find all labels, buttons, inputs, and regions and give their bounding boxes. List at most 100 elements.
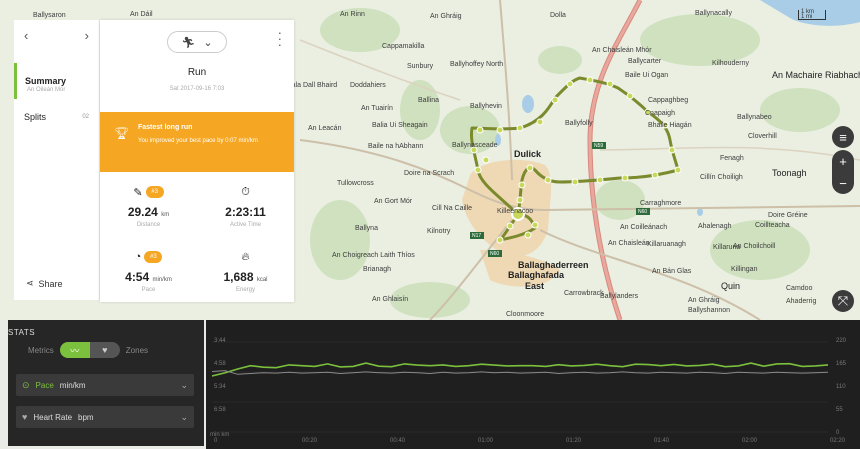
stat-unit: min/km <box>152 277 172 283</box>
map-layers-button[interactable]: ≡ <box>832 126 854 148</box>
activity-type-select[interactable]: 🏃︎ ⌄ <box>167 31 227 53</box>
y-left-tick-label: 3:44 <box>214 338 226 344</box>
place-label: Cappaghbeg <box>648 97 689 104</box>
metrics-chart[interactable]: 3:44 4:58 5:34 6:58 220 165 110 55 0 0 00:20 00:40 0… <box>206 320 860 449</box>
stat-label: Distance <box>136 222 161 228</box>
stat-value: 2:23:11 <box>225 205 266 219</box>
stopwatch-icon: ⏱︎ <box>241 185 250 198</box>
place-label: Baile na hAbhann <box>368 143 424 150</box>
y-left-tick-label: 4:58 <box>214 361 226 367</box>
road-number-label: N60 <box>490 251 499 257</box>
nav-item-count: 02 <box>82 114 89 120</box>
place-label: Ballynacally <box>695 10 732 17</box>
place-label: An Machaire Riabhach <box>772 70 860 80</box>
place-label: Kilnotry <box>427 228 451 235</box>
x-tick-label: 01:40 <box>654 438 670 444</box>
place-label: Doddahiers <box>350 82 386 89</box>
place-label: Killaruanagh <box>647 241 686 248</box>
place-label: Cloonmoore <box>506 311 545 318</box>
stat-label: Energy <box>235 287 255 293</box>
nav-item-sublabel: An Oileán Mór <box>27 87 66 93</box>
chevron-left-icon[interactable]: ‹ <box>24 28 28 43</box>
place-label: Ballaghaderreen <box>518 260 589 270</box>
nav-arrows: ‹ › <box>14 20 99 51</box>
place-label: Ballylanders <box>600 293 639 300</box>
stat-label: Pace <box>141 287 156 293</box>
place-label: Cillín Choiligh <box>700 174 743 181</box>
y-right-tick-label: 0 <box>836 430 840 436</box>
y-right-tick-label: 55 <box>836 407 843 413</box>
share-label: Share <box>38 278 63 289</box>
metric-name: Pace <box>35 380 54 390</box>
rank-badge: #3 <box>144 251 163 263</box>
place-label: An Rinn <box>340 11 365 18</box>
place-label: Ballyhoffey North <box>450 61 504 68</box>
place-label: Sunbury <box>407 63 434 70</box>
place-label: An Bán Glas <box>652 268 692 275</box>
nav-item-summary[interactable]: Summary An Oileán Mór <box>14 63 99 99</box>
place-label: Doire Gréine <box>768 212 808 219</box>
place-label: An Ghlaisín <box>372 296 409 303</box>
x-tick-label: 02:20 <box>830 438 846 444</box>
trophy-icon: 🏆︎ <box>114 126 130 140</box>
layers-icon: ≡ <box>839 129 847 145</box>
place-label: An Chaisleán <box>608 240 650 247</box>
nav-item-splits[interactable]: Splits 02 <box>14 99 99 135</box>
place-label: Ballaghafada <box>508 270 565 280</box>
place-label: Quin <box>721 281 741 291</box>
x-tick-label: 00:20 <box>302 438 318 444</box>
place-label: Kilhouderny <box>712 60 749 67</box>
scale-mi-label: 1 mi <box>801 14 813 20</box>
share-button[interactable]: ⋖ Share <box>26 278 63 289</box>
speedometer-icon: ◔ <box>134 251 142 263</box>
place-label: Dolla <box>550 12 566 19</box>
zoom-in-button[interactable]: + <box>832 150 854 172</box>
running-icon: 🏃︎ <box>181 36 196 49</box>
place-label: An Leacán <box>308 125 342 132</box>
clock-icon: ⊙ <box>22 379 30 390</box>
heart-rate-series-line <box>211 370 829 375</box>
place-label: Ballyna <box>355 225 378 232</box>
metrics-label: Metrics <box>28 345 54 355</box>
place-label: Dulick <box>514 149 542 159</box>
chevron-right-icon[interactable]: › <box>85 28 89 43</box>
plus-icon: + <box>839 153 847 169</box>
metric-unit: min/km <box>59 380 86 390</box>
chevron-down-icon: ⌄ <box>180 411 188 422</box>
stat-value: 1,688 <box>223 270 254 284</box>
stat-unit: km <box>161 212 170 218</box>
map-scale-bar: 1 km 1 mi <box>798 9 826 20</box>
place-label: Brianagh <box>363 266 392 273</box>
zoom-out-button[interactable]: − <box>832 172 854 194</box>
flame-icon: 🔥︎ <box>241 250 250 263</box>
y-left-tick-label: 5:34 <box>214 384 226 390</box>
stat-unit: kcal <box>256 277 268 283</box>
y-right-tick-label: 165 <box>836 361 847 367</box>
stat-distance: ✎ #3 29.24 km Distance <box>100 185 197 228</box>
achievement-subtitle: You improved your best pace by 0:07 min/… <box>138 138 258 144</box>
achievement-banner: 🏆︎ Fastest long run You improved your be… <box>100 112 294 172</box>
metric-select-heart-rate[interactable]: ♥ Heart Rate bpm ⌄ <box>16 406 194 428</box>
place-label: Fenagh <box>720 155 744 162</box>
place-label: Coillteacha <box>755 222 790 229</box>
place-label: Bhaile Hiagán <box>648 122 692 129</box>
place-label: Cloverhill <box>748 133 777 140</box>
x-tick-label: 01:00 <box>478 438 494 444</box>
place-label: Balia Ui Sheagain <box>372 122 428 129</box>
place-label: Ballysaron <box>33 12 66 19</box>
fullscreen-button[interactable]: ⤧ <box>832 290 854 312</box>
road-number-label: N17 <box>472 233 481 239</box>
zones-heart-icon[interactable]: ♥ <box>89 342 120 358</box>
x-tick-label: 00:40 <box>390 438 406 444</box>
y-right-tick-label: 110 <box>836 384 846 390</box>
shoe-icon: ✎ <box>133 186 143 199</box>
metric-select-pace[interactable]: ⊙ Pace min/km ⌄ <box>16 374 194 396</box>
fullscreen-icon: ⤧ <box>837 293 849 308</box>
x-axis-label: min km <box>210 432 230 438</box>
stat-pace: ◔ #3 4:54 min/km Pace <box>100 250 197 293</box>
place-label: Ballina <box>418 97 440 104</box>
more-options-icon[interactable]: · · · <box>278 26 282 51</box>
metrics-chart-icon[interactable]: 〰 <box>59 342 90 358</box>
place-label: Toonagh <box>772 168 807 178</box>
heart-icon: ♥ <box>22 412 28 422</box>
